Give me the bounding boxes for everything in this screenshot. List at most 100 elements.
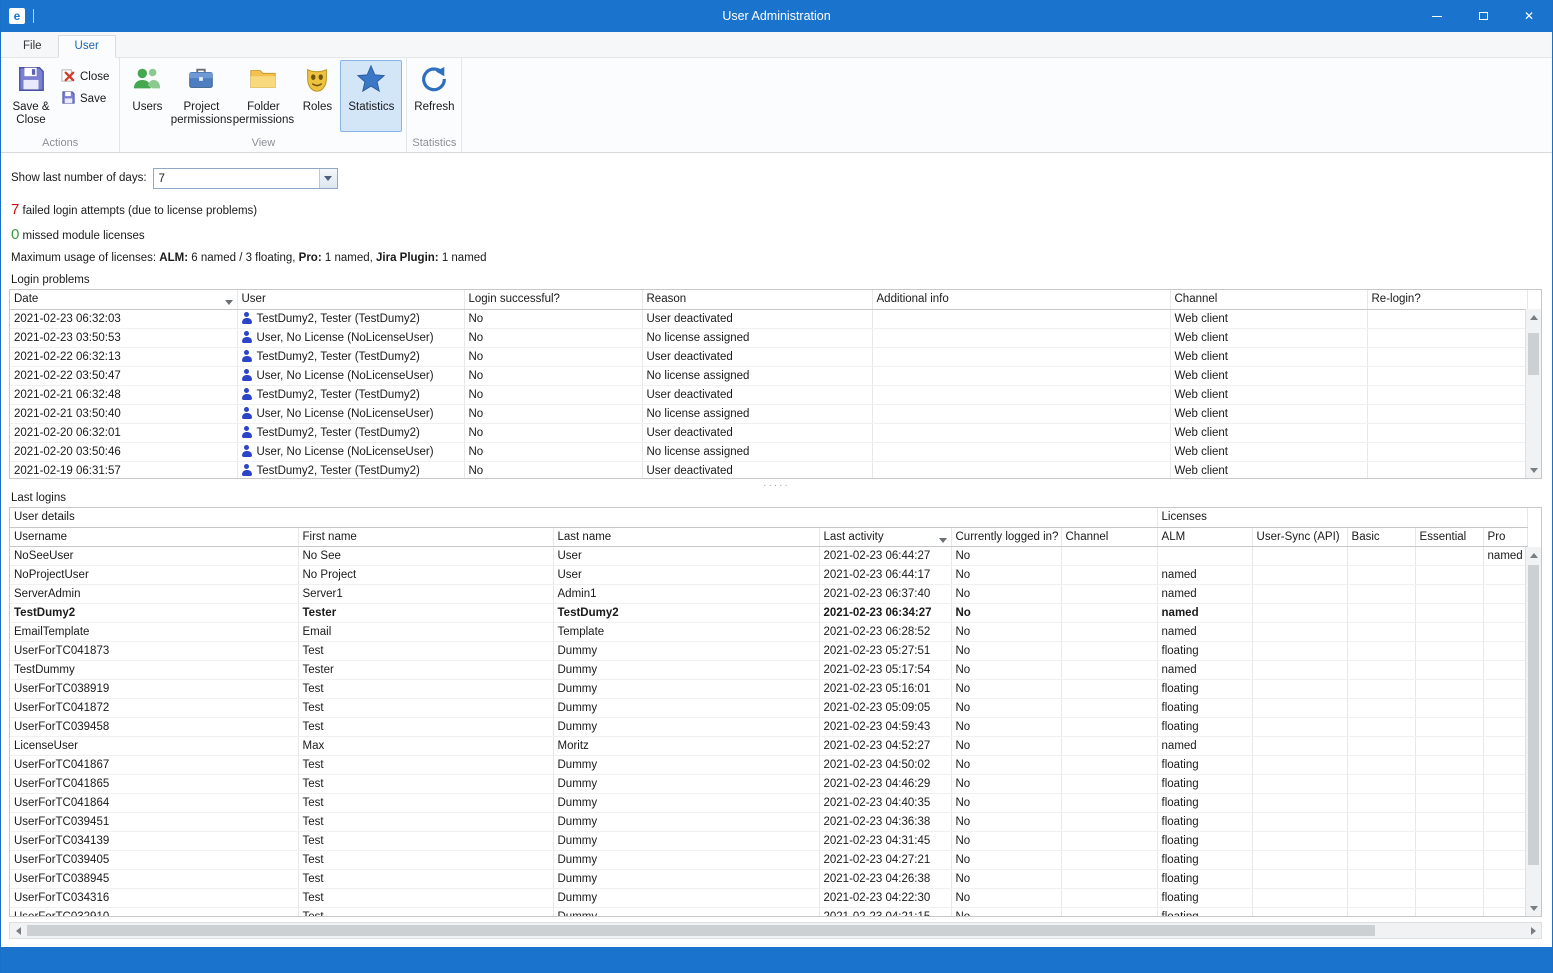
last-login-row[interactable]: UserForTC039458TestDummy2021-02-23 04:59… bbox=[10, 717, 1527, 736]
splitter-handle[interactable]: ····· bbox=[1, 479, 1552, 492]
roles-icon bbox=[302, 64, 332, 101]
last-login-row-cell: UserForTC038945 bbox=[10, 869, 298, 888]
last-login-row[interactable]: NoSeeUserNo SeeUser2021-02-23 06:44:27No… bbox=[10, 546, 1527, 565]
save-button[interactable]: Save bbox=[59, 88, 115, 110]
login-problems-vertical-scrollbar[interactable] bbox=[1525, 309, 1541, 478]
folder-permissions-button[interactable]: Folder permissions bbox=[232, 60, 294, 132]
column-header-channel[interactable]: Channel bbox=[1170, 290, 1367, 309]
days-filter-label: Show last number of days: bbox=[11, 172, 147, 184]
refresh-button[interactable]: Refresh bbox=[411, 60, 457, 132]
last-login-row-cell: Max bbox=[298, 736, 553, 755]
statistics-button[interactable]: Statistics bbox=[340, 60, 402, 132]
last-login-row-cell bbox=[1415, 622, 1483, 641]
last-login-row[interactable]: UserForTC032910TestDummy2021-02-23 04:21… bbox=[10, 907, 1527, 917]
column-header-basic[interactable]: Basic bbox=[1347, 527, 1415, 546]
login-problem-row[interactable]: 2021-02-22 06:32:13TestDumy2, Tester (Te… bbox=[10, 347, 1527, 366]
last-login-row-cell: No See bbox=[298, 546, 553, 565]
column-header-reason[interactable]: Reason bbox=[642, 290, 872, 309]
last-login-row[interactable]: UserForTC041865TestDummy2021-02-23 04:46… bbox=[10, 774, 1527, 793]
last-login-row-cell bbox=[1415, 660, 1483, 679]
last-login-row[interactable]: UserForTC039451TestDummy2021-02-23 04:36… bbox=[10, 812, 1527, 831]
scrollbar-thumb[interactable] bbox=[1528, 333, 1539, 375]
last-login-row[interactable]: TestDummyTesterDummy2021-02-23 05:17:54N… bbox=[10, 660, 1527, 679]
last-login-row[interactable]: ServerAdminServer1Admin12021-02-23 06:37… bbox=[10, 584, 1527, 603]
column-header-username[interactable]: Username bbox=[10, 527, 298, 546]
column-header-user[interactable]: User bbox=[237, 290, 464, 309]
scroll-right-icon[interactable] bbox=[1525, 923, 1541, 938]
login-problem-row-cell: No license assigned bbox=[642, 442, 872, 461]
login-problem-row[interactable]: 2021-02-22 03:50:47User, No License (NoL… bbox=[10, 366, 1527, 385]
last-login-row-cell: Dummy bbox=[553, 831, 819, 850]
days-combobox[interactable]: 7 bbox=[153, 168, 338, 189]
last-login-row-cell: 2021-02-23 04:40:35 bbox=[819, 793, 951, 812]
last-login-row-cell: No bbox=[951, 907, 1061, 917]
column-header-date[interactable]: Date bbox=[10, 290, 237, 309]
last-login-row-cell: No bbox=[951, 660, 1061, 679]
days-combobox-value: 7 bbox=[154, 169, 319, 188]
login-problem-row[interactable]: 2021-02-20 06:32:01TestDumy2, Tester (Te… bbox=[10, 423, 1527, 442]
column-header-pro[interactable]: Pro bbox=[1483, 527, 1527, 546]
scroll-up-icon[interactable] bbox=[1526, 547, 1541, 563]
refresh-label: Refresh bbox=[414, 101, 454, 114]
login-problem-row[interactable]: 2021-02-20 03:50:46User, No License (NoL… bbox=[10, 442, 1527, 461]
last-login-row[interactable]: UserForTC034316TestDummy2021-02-23 04:22… bbox=[10, 888, 1527, 907]
scrollbar-thumb[interactable] bbox=[27, 925, 1375, 936]
last-login-row[interactable]: TestDumy2TesterTestDumy22021-02-23 06:34… bbox=[10, 603, 1527, 622]
column-header-user-sync-api[interactable]: User-Sync (API) bbox=[1252, 527, 1347, 546]
last-login-row[interactable]: UserForTC041872TestDummy2021-02-23 05:09… bbox=[10, 698, 1527, 717]
last-login-row-cell: Test bbox=[298, 774, 553, 793]
column-header-login-successful[interactable]: Login successful? bbox=[464, 290, 642, 309]
last-login-row[interactable]: UserForTC041864TestDummy2021-02-23 04:40… bbox=[10, 793, 1527, 812]
last-logins-vertical-scrollbar[interactable] bbox=[1525, 547, 1541, 916]
statistics-label: Statistics bbox=[348, 101, 394, 114]
last-login-row-cell: User bbox=[553, 565, 819, 584]
last-login-row-cell: UserForTC041864 bbox=[10, 793, 298, 812]
column-header-relogin[interactable]: Re-login? bbox=[1367, 290, 1527, 309]
last-login-row[interactable]: UserForTC041873TestDummy2021-02-23 05:27… bbox=[10, 641, 1527, 660]
last-login-row[interactable]: UserForTC041867TestDummy2021-02-23 04:50… bbox=[10, 755, 1527, 774]
users-button[interactable]: Users bbox=[124, 60, 170, 132]
scroll-left-icon[interactable] bbox=[10, 923, 26, 938]
last-login-row[interactable]: UserForTC038945TestDummy2021-02-23 04:26… bbox=[10, 869, 1527, 888]
column-header-currently-logged-in[interactable]: Currently logged in? bbox=[951, 527, 1061, 546]
last-login-row-cell: floating bbox=[1157, 717, 1252, 736]
column-header-alm[interactable]: ALM bbox=[1157, 527, 1252, 546]
last-login-row[interactable]: UserForTC039405TestDummy2021-02-23 04:27… bbox=[10, 850, 1527, 869]
save-and-close-button[interactable]: Save & Close bbox=[5, 60, 57, 132]
column-header-last-activity[interactable]: Last activity bbox=[819, 527, 951, 546]
login-problem-row-cell: TestDumy2, Tester (TestDumy2) bbox=[237, 461, 464, 479]
scroll-down-icon[interactable] bbox=[1526, 900, 1541, 916]
last-login-row-cell: No bbox=[951, 603, 1061, 622]
close-action-button[interactable]: Close bbox=[59, 66, 115, 88]
last-login-row[interactable]: NoProjectUserNo ProjectUser2021-02-23 06… bbox=[10, 565, 1527, 584]
last-login-row-cell bbox=[1347, 717, 1415, 736]
column-header-additional-info[interactable]: Additional info bbox=[872, 290, 1170, 309]
column-header-essential[interactable]: Essential bbox=[1415, 527, 1483, 546]
scrollbar-thumb[interactable] bbox=[1528, 565, 1539, 865]
login-problem-row[interactable]: 2021-02-19 06:31:57TestDumy2, Tester (Te… bbox=[10, 461, 1527, 479]
days-combobox-dropdown-button[interactable] bbox=[319, 169, 337, 188]
window-title: User Administration bbox=[1, 9, 1552, 23]
last-login-row[interactable]: LicenseUserMaxMoritz2021-02-23 04:52:27N… bbox=[10, 736, 1527, 755]
column-header-channel[interactable]: Channel bbox=[1061, 527, 1157, 546]
last-login-row[interactable]: EmailTemplateEmailTemplate2021-02-23 06:… bbox=[10, 622, 1527, 641]
horizontal-scrollbar[interactable] bbox=[9, 922, 1542, 939]
last-login-row-cell bbox=[1483, 831, 1527, 850]
login-problem-row[interactable]: 2021-02-23 06:32:03TestDumy2, Tester (Te… bbox=[10, 309, 1527, 328]
last-login-row[interactable]: UserForTC038919TestDummy2021-02-23 05:16… bbox=[10, 679, 1527, 698]
last-login-row-cell bbox=[1347, 774, 1415, 793]
scroll-down-icon[interactable] bbox=[1526, 462, 1541, 478]
tab-user[interactable]: User bbox=[58, 35, 116, 58]
column-header-first-name[interactable]: First name bbox=[298, 527, 553, 546]
login-problem-row-cell: User deactivated bbox=[642, 461, 872, 479]
scroll-up-icon[interactable] bbox=[1526, 309, 1541, 325]
project-permissions-button[interactable]: Project permissions bbox=[170, 60, 232, 132]
login-problem-row[interactable]: 2021-02-23 03:50:53User, No License (NoL… bbox=[10, 328, 1527, 347]
last-login-row-cell: No bbox=[951, 717, 1061, 736]
roles-button[interactable]: Roles bbox=[294, 60, 340, 132]
last-login-row[interactable]: UserForTC034139TestDummy2021-02-23 04:31… bbox=[10, 831, 1527, 850]
login-problem-row[interactable]: 2021-02-21 03:50:40User, No License (NoL… bbox=[10, 404, 1527, 423]
tab-file[interactable]: File bbox=[7, 36, 58, 57]
login-problem-row[interactable]: 2021-02-21 06:32:48TestDumy2, Tester (Te… bbox=[10, 385, 1527, 404]
column-header-last-name[interactable]: Last name bbox=[553, 527, 819, 546]
